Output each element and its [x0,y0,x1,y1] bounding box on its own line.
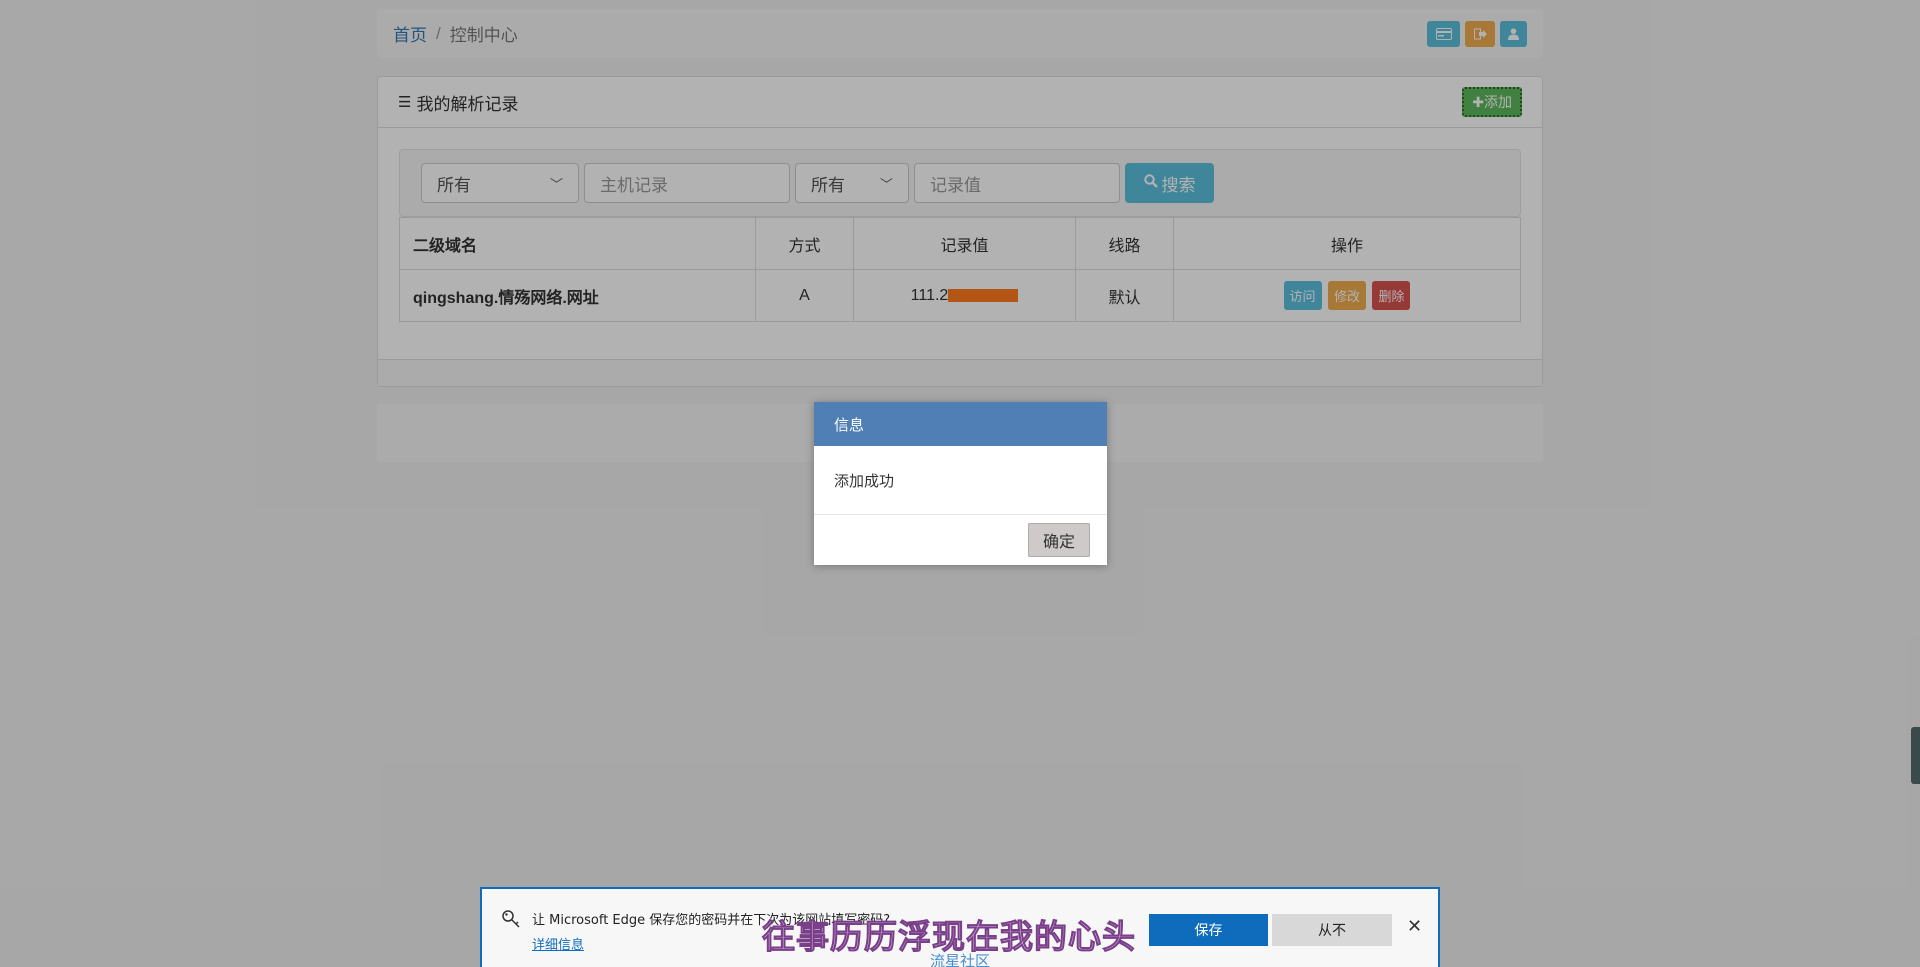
edge-details-link[interactable]: 详细信息 [532,934,584,953]
edge-never-button[interactable]: 从不 [1272,914,1392,946]
key-icon [501,909,521,934]
dialog-footer: 确定 [814,515,1107,565]
dialog-ok-button[interactable]: 确定 [1027,523,1090,557]
edge-save-button[interactable]: 保存 [1149,914,1268,946]
close-icon[interactable]: ✕ [1407,916,1422,937]
side-widget-tab[interactable] [1911,727,1920,784]
community-watermark: 流星社区 [930,953,991,967]
info-dialog: 信息 添加成功 确定 [814,402,1107,565]
dialog-title: 信息 [814,402,1107,446]
dialog-message: 添加成功 [814,446,1107,515]
